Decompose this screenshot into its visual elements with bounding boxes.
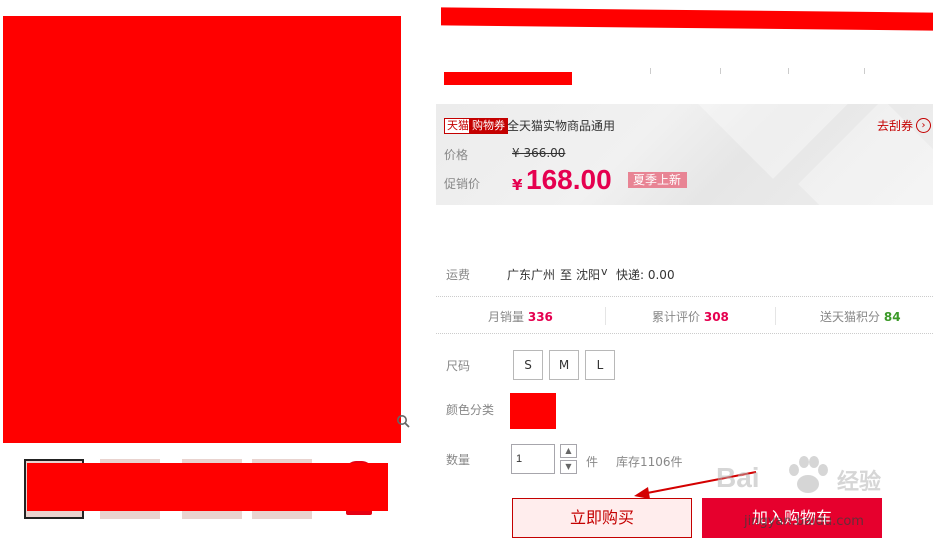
scratch-coupon-link[interactable]: 去刮券 <box>877 118 913 134</box>
sales-stats: 月销量 336 累计评价 308 送天猫积分 84 <box>436 296 933 334</box>
product-subtitle-redaction <box>444 72 572 85</box>
title-divider-ticks <box>650 68 890 76</box>
thumbnail-strip <box>24 459 388 521</box>
product-main-image[interactable] <box>3 16 401 443</box>
stat-divider <box>605 307 606 325</box>
monthly-sales: 月销量 336 <box>488 308 553 325</box>
chevron-right-icon[interactable]: › <box>916 118 931 133</box>
chevron-down-icon[interactable]: v <box>601 265 608 278</box>
monthly-sales-value: 336 <box>527 310 553 324</box>
promo-price-label: 促销价 <box>444 177 481 191</box>
review-count-value: 308 <box>703 310 729 324</box>
quantity-label: 数量 <box>446 453 471 467</box>
shopping-coupon-badge: 购物券 <box>469 118 508 134</box>
tmall-badge: 天猫 <box>444 118 472 134</box>
price-panel: 天猫 购物券 全天猫实物商品通用 去刮券 › 价格 ¥ 366.00 促销价 ¥… <box>436 104 933 205</box>
size-label: 尺码 <box>446 359 471 373</box>
currency-symbol: ¥ <box>512 176 523 194</box>
coupon-description: 全天猫实物商品通用 <box>507 119 616 133</box>
ship-from: 广东广州 <box>507 268 556 282</box>
quantity-decrease-button[interactable]: ▼ <box>560 460 577 474</box>
paw-icon <box>789 456 828 493</box>
watermark-brand: Bai <box>716 462 760 493</box>
watermark-suffix: 经验 <box>837 470 882 495</box>
promo-badge: 夏季上新 <box>628 172 688 188</box>
ship-to-word: 至 <box>560 268 573 282</box>
size-option-m[interactable]: M <box>549 350 579 380</box>
monthly-sales-label: 月销量 <box>488 310 525 324</box>
shipping-label: 运费 <box>446 268 471 282</box>
color-label: 颜色分类 <box>446 403 495 417</box>
promo-price: 168.00 <box>526 164 612 195</box>
color-option-swatch[interactable] <box>510 393 556 429</box>
shipping-fee: 快递: 0.00 <box>616 268 675 282</box>
watermark-url: jingyan.baidu.com <box>744 514 864 529</box>
tmall-points-label: 送天猫积分 <box>820 310 881 324</box>
size-option-l[interactable]: L <box>585 350 615 380</box>
baidu-watermark: Bai 经验 <box>716 454 916 510</box>
size-option-s[interactable]: S <box>513 350 543 380</box>
tmall-points-value: 84 <box>883 310 901 324</box>
quantity-input[interactable] <box>511 444 555 474</box>
original-price: ¥ 366.00 <box>512 146 566 160</box>
review-count[interactable]: 累计评价 308 <box>652 308 729 325</box>
redaction-block <box>27 463 388 511</box>
price-label: 价格 <box>444 148 469 162</box>
review-count-label: 累计评价 <box>652 310 701 324</box>
quantity-increase-button[interactable]: ▲ <box>560 444 577 458</box>
ship-destination-city[interactable]: 沈阳 <box>576 266 600 283</box>
product-title-redaction <box>441 7 933 31</box>
stat-divider <box>775 307 776 325</box>
tmall-points: 送天猫积分 84 <box>820 308 901 325</box>
quantity-unit: 件 <box>586 455 599 469</box>
buy-now-button[interactable]: 立即购买 <box>512 498 692 538</box>
magnifier-icon[interactable] <box>396 414 410 428</box>
